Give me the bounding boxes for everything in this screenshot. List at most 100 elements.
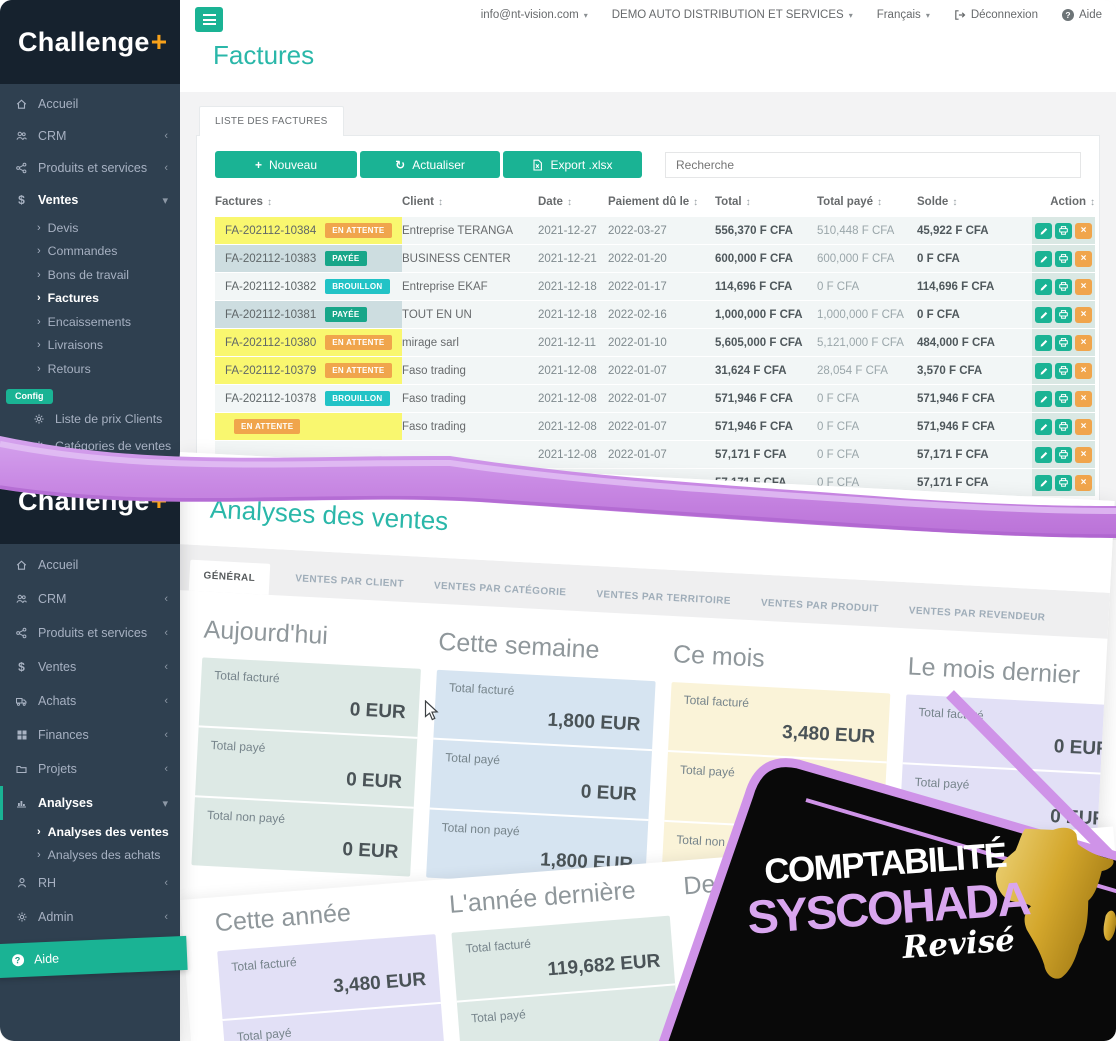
sidebar-item-ventes[interactable]: $Ventes▾: [0, 184, 180, 216]
delete-button[interactable]: ×: [1075, 307, 1092, 323]
table-row[interactable]: FA-202112-10380EN ATTENTEmirage sarl2021…: [215, 329, 1081, 356]
sidebar-subitem-retours[interactable]: ›Retours: [0, 357, 180, 381]
menu-toggle-button[interactable]: [195, 7, 223, 32]
tab-ventes-par-cat-gorie[interactable]: VENTES PAR CATÉGORIE: [433, 580, 567, 610]
print-button[interactable]: [1055, 335, 1072, 351]
table-row[interactable]: EN ATTENTEFaso trading2021-12-082022-01-…: [215, 413, 1081, 440]
column-header-action[interactable]: Action↕: [1032, 196, 1095, 208]
sidebar-item-ventes[interactable]: $Ventes‹: [0, 650, 180, 684]
edit-button[interactable]: [1035, 307, 1052, 323]
table-row[interactable]: FA-202112-10383PAYÉEBUSINESS CENTER2021-…: [215, 245, 1081, 272]
sidebar-subitem-analyses-des-achats[interactable]: ›Analyses des achats: [0, 843, 180, 866]
sidebar-item-analyses[interactable]: Analyses▾: [0, 786, 180, 820]
sidebar-subitem-analyses-des-ventes[interactable]: ›Analyses des ventes: [0, 820, 180, 843]
sidebar-item-achats[interactable]: Achats‹: [0, 684, 180, 718]
print-button[interactable]: [1055, 475, 1072, 491]
tab-ventes-par-produit[interactable]: VENTES PAR PRODUIT: [760, 598, 879, 627]
sidebar-item-label: Ventes: [38, 660, 76, 674]
company-dropdown[interactable]: DEMO AUTO DISTRIBUTION ET SERVICES▾: [612, 9, 853, 21]
language-dropdown[interactable]: Français▾: [929, 500, 983, 515]
column-header-client[interactable]: Client↕: [402, 196, 538, 208]
delete-button[interactable]: ×: [1075, 447, 1092, 463]
tab-ventes-par-client[interactable]: VENTES PAR CLIENT: [294, 573, 404, 602]
sidebar-item-produits-et-services[interactable]: Produits et services‹: [0, 152, 180, 184]
sidebar-item-admin[interactable]: Admin‹: [0, 900, 180, 934]
table-row[interactable]: FA-202112-10378BROUILLONFaso trading2021…: [215, 385, 1081, 412]
sidebar-item-aide[interactable]: ?Aide: [0, 936, 187, 978]
sidebar-item-accueil[interactable]: Accueil: [0, 88, 180, 120]
print-button[interactable]: [1055, 251, 1072, 267]
tab-ventes-par-revendeur[interactable]: VENTES PAR REVENDEUR: [908, 605, 1046, 635]
sidebar-item-crm[interactable]: CRM‹: [0, 120, 180, 152]
delete-button[interactable]: ×: [1075, 391, 1092, 407]
print-button[interactable]: [1055, 307, 1072, 323]
client-cell: Entreprise EKAF: [402, 273, 538, 300]
logo[interactable]: Challenge+: [0, 458, 180, 544]
sidebar-subitem-encaissements[interactable]: ›Encaissements: [0, 310, 180, 334]
sidebar-item-rh[interactable]: RH‹: [0, 866, 180, 900]
menu-toggle-button[interactable]: [193, 460, 222, 486]
sidebar-config-item-liste-de-prix-clients[interactable]: Liste de prix Clients: [0, 406, 180, 433]
delete-button[interactable]: ×: [1075, 363, 1092, 379]
delete-button[interactable]: ×: [1075, 223, 1092, 239]
delete-button[interactable]: ×: [1075, 251, 1092, 267]
delete-button[interactable]: ×: [1075, 335, 1092, 351]
sidebar-subitem-factures[interactable]: ›Factures: [0, 287, 180, 311]
delete-button[interactable]: ×: [1075, 279, 1092, 295]
sidebar-item-projets[interactable]: Projets‹: [0, 752, 180, 786]
print-button[interactable]: [1055, 279, 1072, 295]
sidebar-item-accueil[interactable]: Accueil: [0, 548, 180, 582]
table-row[interactable]: FA-202112-10379EN ATTENTEFaso trading202…: [215, 357, 1081, 384]
client-cell: Faso trading: [402, 413, 538, 440]
column-header-factures[interactable]: Factures↕: [215, 196, 402, 208]
logout-link[interactable]: Déconnexion: [1006, 504, 1091, 520]
sidebar-item-crm[interactable]: CRM‹: [0, 582, 180, 616]
edit-button[interactable]: [1035, 335, 1052, 351]
table-row[interactable]: FA-202112-10382BROUILLONEntreprise EKAF2…: [215, 273, 1081, 300]
sidebar-config-item-cat-gories-de-ventes[interactable]: Catégories de ventes: [0, 433, 180, 460]
table-row[interactable]: FA-202112-10384EN ATTENTEEntreprise TERA…: [215, 217, 1081, 244]
tab-g-n-ral[interactable]: GÉNÉRAL: [189, 560, 270, 595]
sidebar-item-finances[interactable]: Finances‹: [0, 718, 180, 752]
print-button[interactable]: [1055, 419, 1072, 435]
sidebar-invoices: Challenge+ AccueilCRM‹Produits et servic…: [0, 0, 180, 470]
edit-button[interactable]: [1035, 447, 1052, 463]
search-input[interactable]: [665, 152, 1081, 178]
print-button[interactable]: [1055, 391, 1072, 407]
column-header-paiement-d-le[interactable]: Paiement dû le↕: [608, 196, 715, 208]
column-header-solde[interactable]: Solde↕: [917, 196, 1032, 208]
logo[interactable]: Challenge+: [0, 0, 180, 84]
tab-liste-des-factures[interactable]: LISTE DES FACTURES: [199, 106, 344, 136]
print-button[interactable]: [1055, 447, 1072, 463]
edit-button[interactable]: [1035, 475, 1052, 491]
logout-link[interactable]: Déconnexion: [954, 9, 1038, 21]
help-link[interactable]: ?Aide: [1062, 9, 1102, 21]
delete-button[interactable]: ×: [1075, 419, 1092, 435]
delete-button[interactable]: ×: [1075, 475, 1092, 491]
edit-button[interactable]: [1035, 391, 1052, 407]
company-dropdown[interactable]: SARL▾: [866, 497, 906, 511]
edit-button[interactable]: [1035, 363, 1052, 379]
column-header-date[interactable]: Date↕: [538, 196, 608, 208]
export-xlsx-button[interactable]: Export .xlsx: [503, 151, 642, 178]
print-button[interactable]: [1055, 363, 1072, 379]
sidebar-subitem-commandes[interactable]: ›Commandes: [0, 240, 180, 264]
tab-ventes-par-territoire[interactable]: VENTES PAR TERRITOIRE: [595, 589, 731, 619]
sidebar-subitem-bons-de-travail[interactable]: ›Bons de travail: [0, 263, 180, 287]
edit-button[interactable]: [1035, 223, 1052, 239]
sidebar-item-produits-et-services[interactable]: Produits et services‹: [0, 616, 180, 650]
edit-button[interactable]: [1035, 251, 1052, 267]
print-button[interactable]: [1055, 223, 1072, 239]
stat-card-cette-ann-e: Cette annéeTotal facturé3,480 EURTotal p…: [214, 892, 446, 1041]
sidebar-subitem-livraisons[interactable]: ›Livraisons: [0, 334, 180, 358]
language-dropdown[interactable]: Français▾: [877, 9, 930, 21]
edit-button[interactable]: [1035, 419, 1052, 435]
new-invoice-button[interactable]: +Nouveau: [215, 151, 357, 178]
refresh-button[interactable]: ↻Actualiser: [360, 151, 500, 178]
column-header-total[interactable]: Total↕: [715, 196, 817, 208]
sidebar-subitem-devis[interactable]: ›Devis: [0, 216, 180, 240]
column-header-total-pay[interactable]: Total payé↕: [817, 196, 917, 208]
table-row[interactable]: FA-202112-10381PAYÉETOUT EN UN2021-12-18…: [215, 301, 1081, 328]
user-email-dropdown[interactable]: info@nt-vision.com▾: [481, 9, 588, 21]
edit-button[interactable]: [1035, 279, 1052, 295]
